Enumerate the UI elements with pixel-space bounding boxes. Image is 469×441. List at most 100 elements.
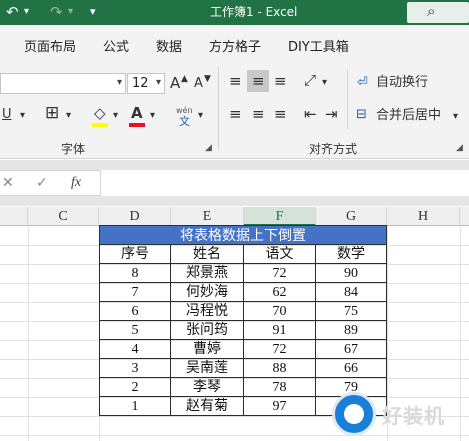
undo-dropdown-icon[interactable]: ▾ (24, 2, 29, 22)
column-header-partial[interactable] (0, 207, 28, 226)
tab-page-layout[interactable]: 页面布局 (24, 36, 76, 55)
column-header-h[interactable]: H (387, 207, 460, 226)
orientation-icon[interactable]: ⤢ (304, 72, 316, 88)
table-cell-chinese[interactable]: 88 (244, 359, 316, 378)
customize-toolbar-icon[interactable]: ▾ (90, 2, 96, 22)
tab-diy-toolbox[interactable]: DIY工具箱 (288, 36, 349, 55)
enter-icon[interactable]: ✓ (36, 175, 48, 191)
decrease-indent-icon[interactable]: ⇤ (304, 106, 317, 122)
tab-fangfang[interactable]: 方方格子 (209, 36, 261, 55)
table-cell-math[interactable]: 66 (316, 359, 387, 378)
align-top-icon[interactable]: ≡ (229, 73, 242, 89)
font-name-combo[interactable]: ▾ (0, 73, 126, 94)
redo-dropdown-icon[interactable]: ▾ (68, 2, 73, 22)
header-cell-num[interactable]: 序号 (99, 245, 171, 264)
table-cell-math[interactable]: 89 (316, 321, 387, 340)
table-cell-chinese[interactable]: 70 (244, 302, 316, 321)
table-cell-chinese[interactable]: 72 (244, 340, 316, 359)
table-cell-num[interactable]: 1 (99, 397, 171, 416)
align-left-icon[interactable]: ≡ (229, 106, 242, 122)
table-cell-name[interactable]: 张问筠 (171, 321, 244, 340)
header-cell-chinese[interactable]: 语文 (244, 245, 316, 264)
tab-formulas[interactable]: 公式 (103, 36, 129, 55)
formula-input[interactable] (100, 170, 469, 196)
chevron-down-icon[interactable]: ▾ (113, 108, 118, 124)
search-box[interactable]: ⌕ (407, 2, 469, 23)
header-cell-name[interactable]: 姓名 (171, 245, 244, 264)
font-size-combo[interactable]: 12 ▾ (127, 73, 165, 94)
column-header-d[interactable]: D (99, 207, 171, 226)
grow-font-button[interactable]: A (170, 75, 180, 91)
table-cell-name[interactable]: 曹婷 (171, 340, 244, 359)
column-header-i-partial[interactable] (460, 207, 469, 226)
ribbon-tabs: 页面布局 公式 数据 方方格子 DIY工具箱 (0, 25, 469, 63)
column-header-e[interactable]: E (171, 207, 244, 226)
watermark-text: 好装机 (382, 404, 445, 428)
table-cell-math[interactable]: 84 (316, 283, 387, 302)
merge-center-button[interactable]: 合并后居中 (376, 108, 441, 124)
chevron-down-icon: ▾ (155, 77, 161, 88)
wrap-text-button[interactable]: 自动换行 (376, 75, 428, 91)
shrink-font-button[interactable]: A (194, 76, 203, 92)
align-right-icon[interactable]: ≡ (274, 106, 287, 122)
table-cell-chinese[interactable]: 97 (244, 397, 316, 416)
font-group-label: 字体 (61, 142, 86, 156)
chevron-down-icon[interactable]: ▾ (322, 75, 327, 91)
chevron-down-icon[interactable]: ▾ (20, 108, 25, 124)
search-icon: ⌕ (427, 2, 436, 20)
table-cell-name[interactable]: 吴南莲 (171, 359, 244, 378)
insert-function-icon[interactable]: fx (71, 175, 81, 191)
table-cell-name[interactable]: 何妙海 (171, 283, 244, 302)
header-cell-math[interactable]: 数学 (316, 245, 387, 264)
align-middle-icon[interactable]: ≡ (252, 73, 265, 89)
merge-center-icon[interactable]: ⊟ (356, 107, 367, 123)
alignment-dialog-launcher-icon[interactable]: ◢ (456, 143, 463, 153)
table-cell-num[interactable]: 3 (99, 359, 171, 378)
chevron-down-icon[interactable]: ▾ (453, 109, 458, 125)
wrap-text-icon[interactable]: ⏎ (357, 75, 368, 91)
watermark-ring-icon (332, 392, 376, 436)
cancel-icon[interactable]: ✕ (2, 175, 14, 191)
table-cell-name[interactable]: 郑景燕 (171, 264, 244, 283)
table-cell-num[interactable]: 6 (99, 302, 171, 321)
table-cell-name[interactable]: 李琴 (171, 378, 244, 397)
align-center-icon[interactable]: ≡ (252, 106, 265, 122)
column-header-f[interactable]: F (244, 207, 316, 226)
table-cell-chinese[interactable]: 72 (244, 264, 316, 283)
chevron-down-icon[interactable]: ▾ (198, 108, 203, 124)
font-dialog-launcher-icon[interactable]: ◢ (205, 143, 212, 153)
fill-color-icon[interactable]: ◇ (94, 105, 106, 121)
table-cell-chinese[interactable]: 91 (244, 321, 316, 340)
table-cell-num[interactable]: 5 (99, 321, 171, 340)
formula-bar: ✕ ✓ fx (0, 160, 469, 206)
table-cell-math[interactable]: 75 (316, 302, 387, 321)
table-cell-num[interactable]: 4 (99, 340, 171, 359)
table-cell-math[interactable]: 90 (316, 264, 387, 283)
table-cell-math[interactable]: 67 (316, 340, 387, 359)
table-cell-num[interactable]: 8 (99, 264, 171, 283)
redo-icon[interactable]: ↷ (50, 2, 63, 22)
column-header-g[interactable]: G (316, 207, 387, 226)
chevron-down-icon[interactable]: ▾ (150, 108, 155, 124)
underline-button[interactable]: U (2, 107, 12, 123)
column-header-c[interactable]: C (28, 207, 99, 226)
window-title: 工作簿1 - Excel (210, 5, 298, 19)
table-cell-num[interactable]: 2 (99, 378, 171, 397)
table-banner[interactable]: 将表格数据上下倒置 (99, 225, 387, 245)
table-cell-name[interactable]: 赵有菊 (171, 397, 244, 416)
table-cell-name[interactable]: 冯程悦 (171, 302, 244, 321)
align-bottom-icon[interactable]: ≡ (274, 73, 287, 89)
table-cell-num[interactable]: 7 (99, 283, 171, 302)
undo-icon[interactable]: ↶ (6, 2, 19, 22)
font-color-button[interactable]: A (131, 105, 143, 121)
table-cell-chinese[interactable]: 78 (244, 378, 316, 397)
phonetic-guide-button[interactable]: 文 (179, 114, 190, 130)
borders-icon[interactable]: ⊞ (45, 105, 59, 122)
table-cell-chinese[interactable]: 62 (244, 283, 316, 302)
watermark-logo: 好装机 (330, 388, 469, 441)
chevron-down-icon: ▾ (116, 77, 122, 88)
tab-data[interactable]: 数据 (156, 36, 182, 55)
chevron-down-icon[interactable]: ▾ (66, 108, 71, 124)
increase-indent-icon[interactable]: ⇥ (325, 106, 338, 122)
inner-divider (347, 69, 348, 129)
